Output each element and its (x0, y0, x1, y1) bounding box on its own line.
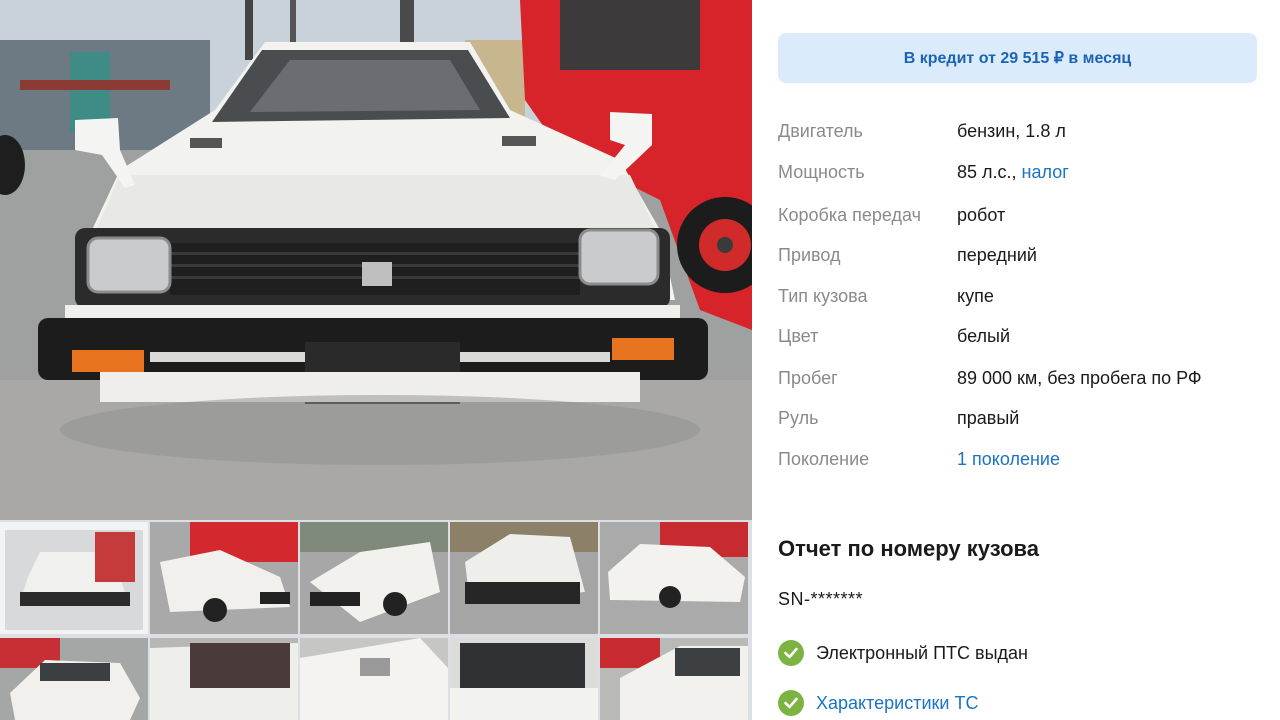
thumbnail-8[interactable] (300, 638, 448, 720)
credit-button[interactable]: В кредит от 29 515 ₽ в месяц (778, 33, 1257, 83)
main-photo[interactable] (0, 0, 752, 520)
thumbnail-image (600, 638, 748, 720)
spec-value: передний (957, 245, 1037, 265)
report-title: Отчет по номеру кузова (778, 536, 1040, 561)
spec-value: купе (957, 286, 994, 306)
spec-value: робот (957, 205, 1006, 225)
thumbnail-4[interactable] (450, 522, 598, 634)
thumbnail-3[interactable] (300, 522, 448, 634)
thumbnail-9[interactable] (450, 638, 598, 720)
thumbnail-image (450, 522, 598, 634)
thumbnail-2[interactable] (150, 522, 298, 634)
vehicle-specs-link[interactable]: Характеристики ТС (816, 689, 978, 717)
tax-link[interactable]: налог (1022, 162, 1069, 182)
spec-label: Руль (778, 408, 819, 428)
spec-label: Привод (778, 245, 841, 265)
spec-value: правый (957, 408, 1020, 428)
check-text: Электронный ПТС выдан (816, 643, 1028, 663)
vin-number: SN-******* (778, 589, 864, 609)
spec-label: Цвет (778, 326, 819, 346)
spec-value: бензин, 1.8 л (957, 121, 1066, 141)
thumbnail-1[interactable] (0, 522, 148, 634)
thumbnail-strip (0, 522, 752, 720)
thumbnail-image (0, 522, 148, 634)
spec-label: Тип кузова (778, 286, 868, 306)
thumbnail-image (0, 638, 148, 720)
thumbnail-image (150, 638, 298, 720)
thumbnail-image (300, 638, 448, 720)
spec-label: Мощность (778, 162, 865, 182)
check-circle-icon (778, 640, 804, 666)
main-photo-image (0, 0, 752, 520)
thumbnail-image (450, 638, 598, 720)
spec-value-text: 85 л.с., (957, 162, 1017, 182)
spec-label: Коробка передач (778, 205, 921, 225)
spec-value: 89 000 км, без пробега по РФ (957, 368, 1202, 388)
thumbnail-10[interactable] (600, 638, 748, 720)
photo-gallery (0, 0, 752, 720)
thumbnail-6[interactable] (0, 638, 148, 720)
spec-label: Поколение (778, 449, 870, 469)
thumbnail-image (600, 522, 748, 634)
generation-link[interactable]: 1 поколение (957, 447, 1060, 471)
thumbnail-image (150, 522, 298, 634)
thumbnail-image (300, 522, 448, 634)
check-circle-icon (778, 690, 804, 716)
spec-value: белый (957, 326, 1011, 346)
listing-info-panel: В кредит от 29 515 ₽ в месяц Двигатель б… (752, 0, 1280, 720)
thumbnail-5[interactable] (600, 522, 748, 634)
thumbnail-7[interactable] (150, 638, 298, 720)
spec-value: 85 л.с., налог (957, 160, 1069, 184)
spec-label: Пробег (778, 368, 838, 388)
spec-label: Двигатель (778, 121, 863, 141)
